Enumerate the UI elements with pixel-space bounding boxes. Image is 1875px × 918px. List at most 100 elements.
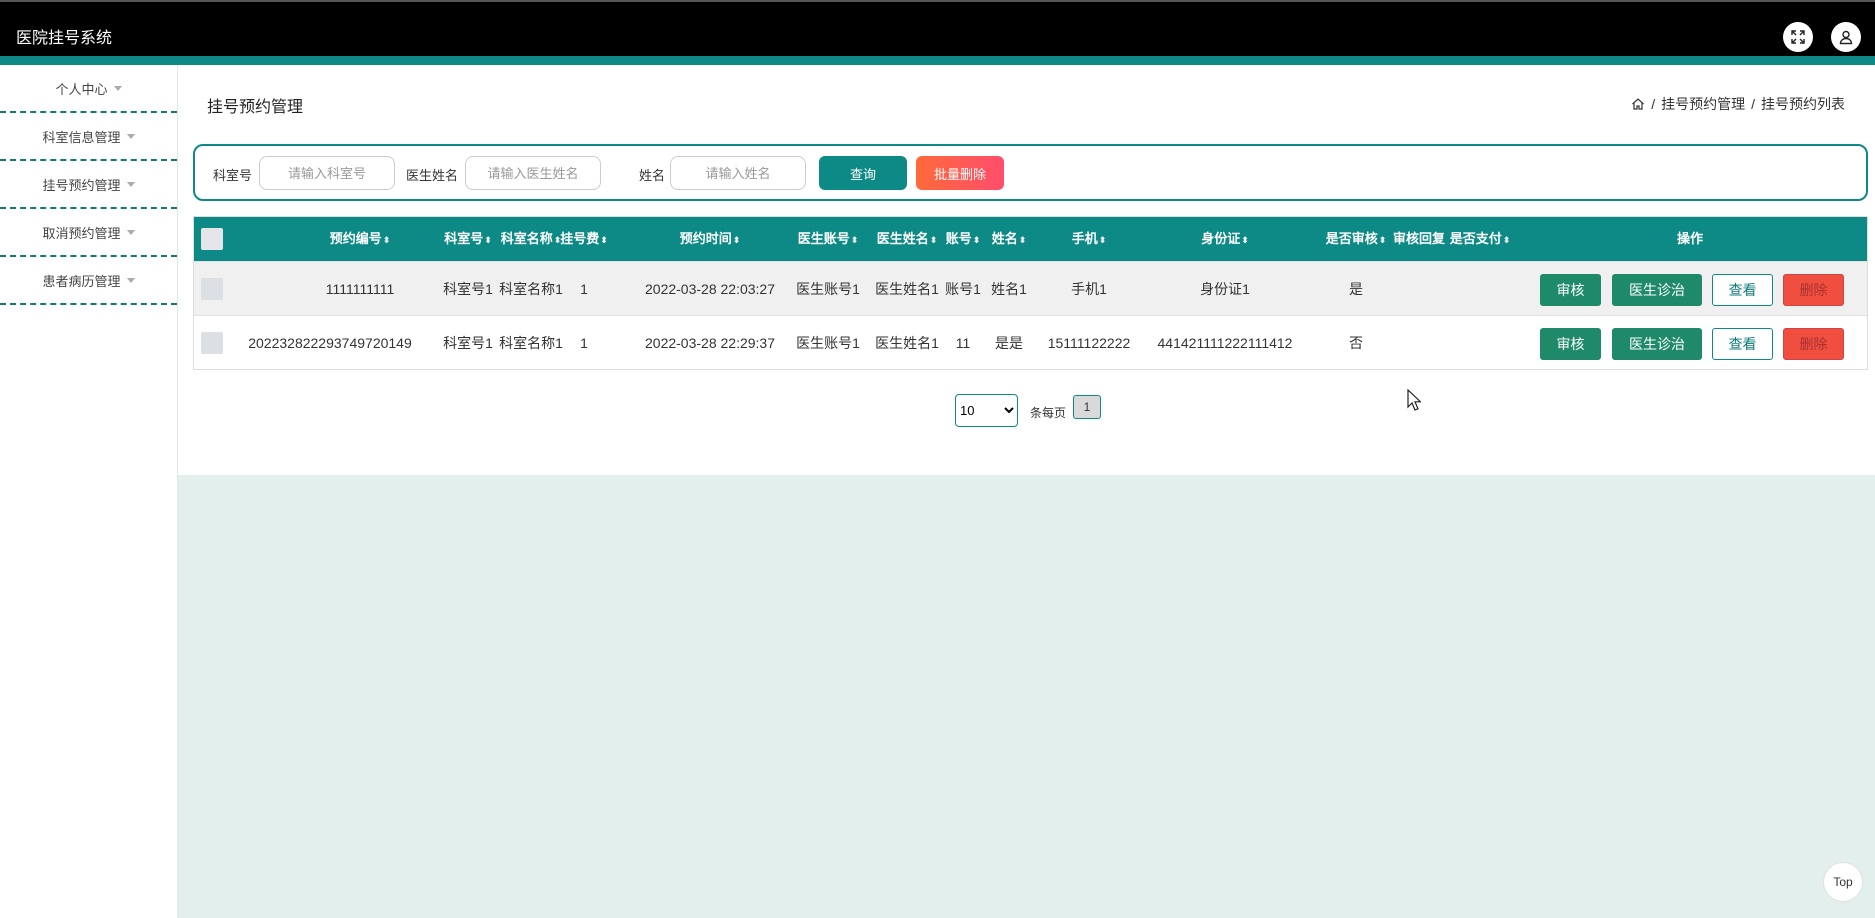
- page-size-select[interactable]: 10: [955, 394, 1018, 427]
- content-background: [178, 475, 1875, 918]
- breadcrumb-separator: /: [1751, 96, 1755, 112]
- col-doctor-name[interactable]: 医生姓名⬍: [867, 217, 947, 261]
- name-label: 姓名: [639, 168, 666, 183]
- cell-paid: [1445, 262, 1515, 316]
- table-row: 1111111111 科室号1 科室名称1 1 2022-03-28 22:03…: [194, 261, 1867, 315]
- sort-icon: ⬍: [732, 235, 741, 245]
- sidebar-item-department-info[interactable]: 科室信息管理: [0, 113, 177, 161]
- name-input[interactable]: [670, 156, 806, 190]
- col-phone[interactable]: 手机⬍: [1044, 217, 1134, 261]
- doctor-name-input[interactable]: [465, 156, 601, 190]
- sort-icon: ⬍: [484, 235, 492, 245]
- cell-doctor-name: 医生姓名1: [875, 281, 939, 297]
- cell-fee: 1: [580, 335, 588, 351]
- cell-phone: 手机1: [1071, 281, 1107, 297]
- col-paid[interactable]: 是否支付⬍: [1445, 217, 1515, 261]
- dept-input[interactable]: [259, 156, 395, 190]
- caret-down-icon: [126, 229, 135, 235]
- caret-down-icon: [126, 277, 135, 283]
- top-header: 医院挂号系统: [0, 0, 1875, 56]
- appointment-table: 预约编号⬍ 科室号⬍ 科室名称⬍ 挂号费⬍ 预约时间⬍ 医生账号⬍ 医生姓名⬍ …: [193, 216, 1868, 370]
- sidebar-item-label: 个人中心: [55, 81, 108, 97]
- row-checkbox[interactable]: [201, 278, 223, 300]
- audit-button[interactable]: 审核: [1540, 274, 1601, 306]
- sidebar-item-cancel-appointment[interactable]: 取消预约管理: [0, 209, 177, 257]
- sidebar-item-label: 患者病历管理: [42, 273, 121, 289]
- fullscreen-button[interactable]: [1783, 22, 1813, 52]
- cell-name: 姓名1: [991, 281, 1027, 297]
- col-appointment-time[interactable]: 预约时间⬍: [630, 217, 790, 261]
- user-button[interactable]: [1831, 22, 1861, 52]
- cell-fee: 1: [580, 281, 588, 297]
- sort-icon: ⬍: [1098, 235, 1107, 245]
- sidebar-item-label: 挂号预约管理: [42, 177, 121, 193]
- search-panel: 科室号 医生姓名 姓名 查询 批量删除: [193, 144, 1868, 201]
- cell-appointment-no: 1111111111: [325, 281, 395, 297]
- cell-doctor-name: 医生姓名1: [875, 335, 939, 351]
- sidebar-item-personal-center[interactable]: 个人中心: [0, 65, 177, 113]
- select-all-checkbox[interactable]: [201, 228, 223, 250]
- sidebar-item-appointment[interactable]: 挂号预约管理: [0, 161, 177, 209]
- sidebar-item-label: 取消预约管理: [42, 225, 121, 241]
- dept-label: 科室号: [213, 168, 253, 183]
- sort-icon: ⬍: [850, 235, 859, 245]
- row-checkbox[interactable]: [201, 332, 223, 354]
- back-to-top-button[interactable]: Top: [1823, 862, 1863, 902]
- delete-button[interactable]: 删除: [1783, 274, 1844, 306]
- cell-appointment-no: 202232822293749720149: [248, 335, 412, 351]
- sort-icon: ⬍: [1378, 235, 1387, 245]
- batch-delete-button[interactable]: 批量删除: [916, 156, 1004, 190]
- col-doctor-account[interactable]: 医生账号⬍: [788, 217, 868, 261]
- cell-paid: [1445, 316, 1515, 370]
- fullscreen-icon: [1791, 30, 1805, 44]
- sidebar-item-label: 科室信息管理: [42, 129, 121, 145]
- diagnose-button[interactable]: 医生诊治: [1612, 274, 1702, 306]
- col-audited[interactable]: 是否审核⬍: [1321, 217, 1391, 261]
- cell-doctor-account: 医生账号1: [796, 335, 860, 351]
- view-button[interactable]: 查看: [1712, 328, 1773, 360]
- cell-appointment-time: 2022-03-28 22:03:27: [645, 281, 775, 297]
- sort-icon: ⬍: [600, 235, 608, 245]
- header-accent-bar: [0, 56, 1875, 65]
- sidebar-item-medical-records[interactable]: 患者病历管理: [0, 257, 177, 305]
- cell-account: 账号1: [945, 281, 981, 297]
- page-number-button[interactable]: 1: [1073, 395, 1101, 419]
- cell-id-card: 441421111222111412: [1157, 335, 1293, 351]
- cell-name: 是是: [995, 335, 1023, 351]
- col-fee[interactable]: 挂号费⬍: [554, 217, 614, 261]
- diagnose-button[interactable]: 医生诊治: [1612, 328, 1702, 360]
- col-account[interactable]: 账号⬍: [938, 217, 988, 261]
- app-title: 医院挂号系统: [16, 30, 113, 47]
- breadcrumb-separator: /: [1651, 96, 1656, 112]
- doctor-name-label: 医生姓名: [406, 168, 459, 183]
- view-button[interactable]: 查看: [1712, 274, 1773, 306]
- query-button[interactable]: 查询: [819, 156, 907, 190]
- col-id-card[interactable]: 身份证⬍: [1160, 217, 1290, 261]
- sort-icon: ⬍: [929, 235, 938, 245]
- delete-button[interactable]: 删除: [1783, 328, 1844, 360]
- breadcrumb: / 挂号预约管理 / 挂号预约列表: [1631, 94, 1845, 114]
- home-icon[interactable]: [1631, 97, 1645, 111]
- cell-audit-reply: [1389, 262, 1449, 316]
- caret-down-icon: [126, 133, 135, 139]
- cell-doctor-account: 医生账号1: [796, 281, 860, 297]
- breadcrumb-item[interactable]: 挂号预约管理: [1661, 94, 1745, 114]
- audit-button[interactable]: 审核: [1540, 328, 1601, 360]
- cell-id-card: 身份证1: [1200, 281, 1250, 297]
- table-row: 202232822293749720149 科室号1 科室名称1 1 2022-…: [194, 315, 1867, 369]
- breadcrumb-item: 挂号预约列表: [1761, 96, 1845, 112]
- col-audit-reply: 审核回复: [1392, 231, 1445, 246]
- table-header: 预约编号⬍ 科室号⬍ 科室名称⬍ 挂号费⬍ 预约时间⬍ 医生账号⬍ 医生姓名⬍ …: [194, 217, 1867, 261]
- cell-appointment-time: 2022-03-28 22:29:37: [645, 335, 775, 351]
- sort-icon: ⬍: [1502, 235, 1511, 245]
- sort-icon: ⬍: [1018, 235, 1027, 245]
- cursor-icon: [1407, 389, 1421, 411]
- col-name[interactable]: 姓名⬍: [984, 217, 1034, 261]
- per-page-label: 条每页: [1030, 406, 1067, 420]
- col-appointment-no[interactable]: 预约编号⬍: [280, 217, 440, 261]
- sort-icon: ⬍: [1241, 235, 1249, 245]
- sort-icon: ⬍: [972, 235, 981, 245]
- page-title: 挂号预约管理: [207, 99, 304, 116]
- sort-icon: ⬍: [382, 235, 391, 245]
- cell-audited: 是: [1349, 281, 1363, 297]
